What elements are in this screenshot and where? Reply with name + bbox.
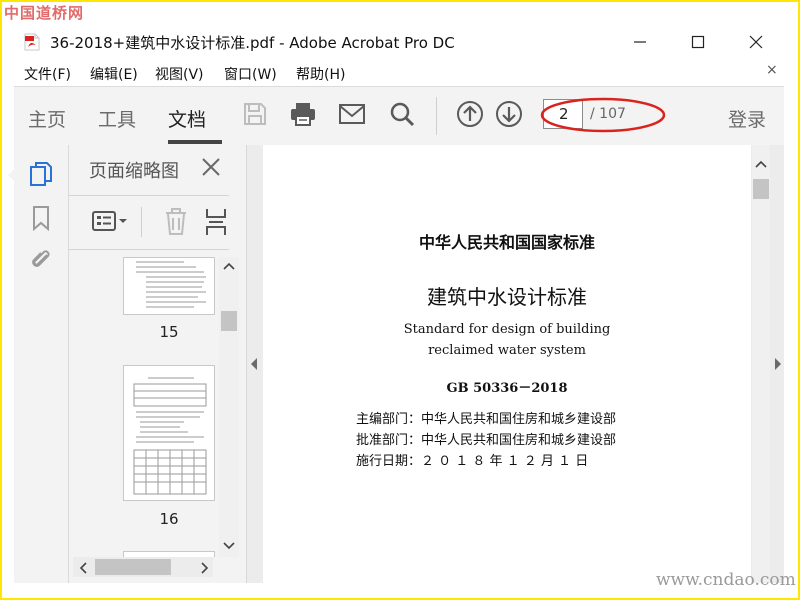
document-vertical-scrollbar[interactable] [752,145,770,583]
collapse-left-panel-icon[interactable] [250,357,258,371]
bookmarks-button[interactable] [26,203,56,233]
previous-page-button[interactable] [455,99,485,129]
menu-help[interactable]: 帮助(H) [296,64,345,84]
doc-scroll-thumb[interactable] [753,179,769,199]
document-view: 中华人民共和国国家标准 建筑中水设计标准 Standard for design… [247,145,784,583]
search-button[interactable] [387,99,417,129]
minimize-button[interactable] [618,28,662,56]
delete-page-button[interactable] [163,207,189,237]
thumbnail-horizontal-scrollbar[interactable] [73,557,213,577]
close-window-button[interactable] [734,28,778,56]
next-page-button[interactable] [494,99,524,129]
page-thumbnails-icon [30,162,52,186]
panel-divider-2 [69,249,229,250]
trash-icon [166,208,186,235]
doc-code: GB 50336－2018 [446,381,568,396]
close-document-button[interactable]: × [766,62,778,78]
insert-page-button[interactable] [203,207,229,237]
title-bar: 36-2018+建筑中水设计标准.pdf - Adobe Acrobat Pro… [2,24,798,60]
left-navigation-rail [8,145,69,583]
thumbnail-page-16[interactable] [123,365,215,501]
scroll-down-icon[interactable] [223,541,235,551]
thumbnail-page-15[interactable] [123,257,215,315]
pdf-page: 中华人民共和国国家标准 建筑中水设计标准 Standard for design… [263,145,751,583]
minimize-icon [634,41,646,43]
scroll-right-icon[interactable] [199,562,209,574]
doc-english-title-line1: Standard for design of building [403,322,611,337]
menu-view[interactable]: 视图(V) [155,64,204,84]
watermark-top: 中国道桥网 [4,4,85,22]
maximize-icon [691,35,705,49]
window-title: 36-2018+建筑中水设计标准.pdf - Adobe Acrobat Pro… [50,34,455,52]
page-15-preview [136,261,206,308]
print-icon [291,103,315,126]
tab-tools[interactable]: 工具 [98,105,136,132]
tab-home[interactable]: 主页 [28,105,66,132]
thumbnail-vertical-scrollbar[interactable] [219,257,239,557]
scroll-up-icon[interactable] [223,261,235,271]
close-panel-icon[interactable] [199,155,223,179]
page-16-preview [133,377,207,495]
save-icon [244,103,266,125]
login-button[interactable]: 登录 [728,105,766,132]
doc-effective-date: 施行日期：２ ０ １ ８ 年 １ ２ 月 １ 日 [356,454,589,469]
toolbar: 主页 工具 文档 2 / 107 登录 [14,86,784,146]
scroll-left-icon[interactable] [79,562,89,574]
menu-window[interactable]: 窗口(W) [224,64,277,84]
tab-document[interactable]: 文档 [168,105,206,132]
thumbnail-label: 16 [159,510,179,528]
thumbnail-list: 15 16 [69,257,217,557]
thumbnail-label: 15 [159,323,179,341]
bookmark-icon [33,206,49,231]
print-button[interactable] [288,99,318,129]
email-icon [339,104,365,124]
menu-bar: 文件(F) 编辑(E) 视图(V) 窗口(W) 帮助(H) × [2,60,798,86]
menu-file[interactable]: 文件(F) [24,64,71,84]
attachment-icon [32,250,50,267]
toolbar-divider [436,97,437,135]
panel-divider [69,195,229,196]
doc-heading: 中华人民共和国国家标准 [418,233,595,252]
doc-chief-editor: 主编部门：中华人民共和国住房和城乡建设部 [356,412,617,427]
page-up-icon [457,101,483,127]
highlight-ellipse [540,97,666,133]
page-thumbnails-button[interactable] [26,159,56,189]
thumbnail-scroll-thumb[interactable] [221,311,237,331]
options-menu-icon [92,211,127,231]
thumbnail-panel: 页面缩略图 15 16 [69,145,247,583]
thumbnail-options-button[interactable] [91,207,131,237]
attachments-button[interactable] [26,245,56,275]
pdf-file-icon [24,33,40,51]
search-icon [390,102,415,127]
doc-scroll-up-icon[interactable] [755,159,767,169]
maximize-button[interactable] [676,28,720,56]
active-rail-pointer [8,167,16,183]
insert-page-icon [206,209,226,235]
active-tab-indicator [168,140,222,144]
menu-edit[interactable]: 编辑(E) [90,64,138,84]
horizontal-scroll-thumb[interactable] [95,559,171,575]
page-down-icon [496,101,522,127]
close-icon [749,35,763,49]
doc-title: 建筑中水设计标准 [427,285,587,309]
doc-english-title-line2: reclaimed water system [428,343,586,358]
email-button[interactable] [337,99,367,129]
doc-approver: 批准部门：中华人民共和国住房和城乡建设部 [356,433,617,448]
save-button[interactable] [240,99,270,129]
watermark-bottom: www.cndao.com [656,570,796,590]
panel-title: 页面缩略图 [89,161,179,182]
expand-right-panel-icon[interactable] [774,357,782,371]
panel-tool-divider [141,207,142,237]
